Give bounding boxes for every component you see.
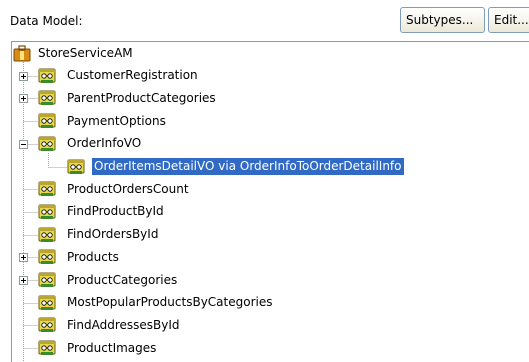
view-object-icon [38,317,56,333]
view-object-icon [38,227,56,242]
application-module-icon [13,45,31,62]
expand-toggle[interactable] [19,253,28,262]
tree-node-label: Products [67,249,119,264]
view-object-icon [38,340,56,356]
view-object-icon [38,113,56,129]
view-object-icon [38,204,56,219]
tree-node-label: FindProductById [67,204,164,219]
view-object-icon [38,68,56,83]
expand-toggle[interactable] [19,276,28,285]
expand-toggle[interactable] [19,94,28,103]
tree-node-label: MostPopularProductsByCategories [67,295,273,310]
view-object-icon [67,159,85,174]
view-object-icon [38,136,56,151]
tree-node-label: FindOrdersById [67,227,159,242]
tree-node-label: ProductImages [67,340,157,355]
tree-child-label: OrderItemsDetailVO via OrderInfoToOrderD… [92,158,404,175]
view-object-icon [38,181,56,197]
tree-node-label: OrderInfoVO [67,136,142,151]
data-model-panel: Data Model: Subtypes... Edit... StoreSer… [0,0,529,362]
tree-node-label: CustomerRegistration [67,68,198,83]
tree-node-label: ParentProductCategories [67,90,216,105]
tree-node-label: ProductOrdersCount [67,181,189,196]
edit-button[interactable]: Edit... [488,7,529,33]
tree-node-label: FindAddressesById [67,317,180,332]
expand-toggle[interactable] [19,72,28,81]
view-object-icon [38,295,56,310]
tree-root-label: StoreServiceAM [38,45,133,60]
view-object-icon [38,272,56,287]
data-model-label: Data Model: [10,14,83,28]
tree-node-label: ProductCategories [67,272,178,287]
tree-node-label: PaymentOptions [67,113,166,128]
subtypes-button[interactable]: Subtypes... [400,7,485,33]
view-object-icon [38,249,56,265]
view-object-icon [38,90,56,106]
collapse-toggle[interactable] [19,140,28,149]
